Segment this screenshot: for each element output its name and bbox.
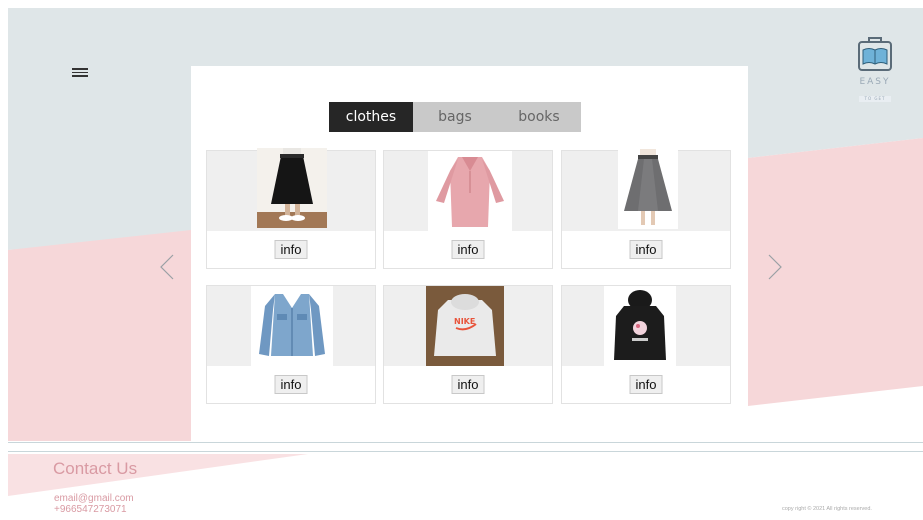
black-skirt-photo [257, 148, 327, 228]
info-button[interactable]: info [629, 375, 663, 394]
grey-skirt-photo [618, 149, 678, 229]
logo[interactable]: EASY TO GET [845, 36, 905, 106]
tab-bags[interactable]: bags [413, 102, 497, 132]
product-panel: clothes bags books info info info info N… [191, 66, 748, 441]
page: EASY TO GET clothes bags books info info… [8, 8, 923, 520]
footer-divider [8, 451, 923, 452]
product-card: NIKE info [383, 285, 553, 404]
contact-email[interactable]: email@gmail.com [54, 493, 134, 504]
product-card: info [383, 150, 553, 269]
info-button[interactable]: info [451, 240, 485, 259]
info-button[interactable]: info [274, 375, 308, 394]
product-card: info [206, 148, 376, 269]
logo-brand: EASY [859, 77, 891, 87]
chevron-left-icon[interactable] [158, 253, 176, 281]
product-card: info [561, 285, 731, 404]
black-hoodie-photo [604, 286, 676, 366]
category-tabs: clothes bags books [329, 102, 581, 132]
denim-jacket-photo [251, 286, 333, 366]
tab-books[interactable]: books [497, 102, 581, 132]
chevron-right-icon[interactable] [766, 253, 784, 281]
book-bag-icon [858, 37, 892, 71]
white-hoodie-photo: NIKE [426, 286, 504, 366]
info-button[interactable]: info [274, 240, 308, 259]
contact-title: Contact Us [53, 459, 138, 478]
info-button[interactable]: info [451, 375, 485, 394]
product-card: info [206, 285, 376, 404]
copyright-text: copy right © 2021 All rights reserved. [782, 506, 872, 512]
footer-divider [8, 442, 923, 443]
tab-clothes[interactable]: clothes [329, 102, 413, 132]
logo-tagline: TO GET [858, 96, 892, 102]
hamburger-menu-icon[interactable] [72, 66, 88, 80]
svg-text:NIKE: NIKE [454, 317, 475, 326]
contact-phone[interactable]: +966547273071 [54, 504, 127, 515]
product-card: info [561, 149, 731, 269]
pink-blouse-photo [428, 151, 512, 231]
info-button[interactable]: info [629, 240, 663, 259]
